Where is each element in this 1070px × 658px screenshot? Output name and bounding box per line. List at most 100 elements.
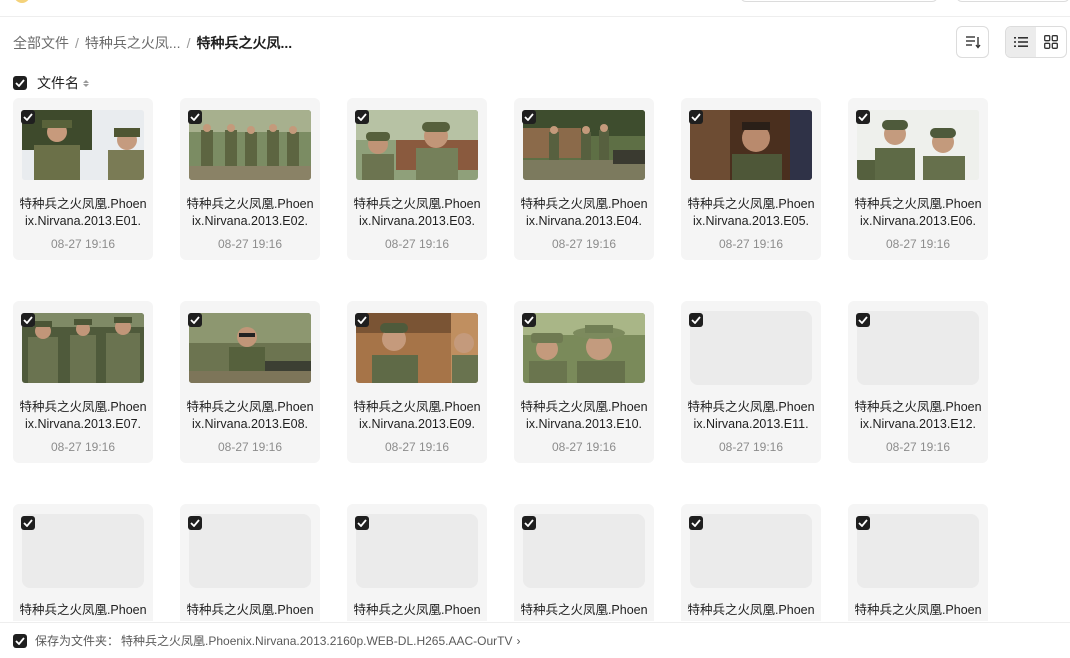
- file-card[interactable]: 特种兵之火凤凰.Phoenix.Nirvana.2013.E04.2... 08-…: [514, 98, 654, 260]
- chevron-right-icon[interactable]: ›: [517, 634, 521, 648]
- file-checkbox[interactable]: [188, 516, 202, 530]
- file-card[interactable]: 特种兵之火凤凰.Phoenix: [848, 504, 988, 621]
- file-card[interactable]: 特种兵之火凤凰.Phoenix.Nirvana.2013.E01.2... 08-…: [13, 98, 153, 260]
- sort-button[interactable]: [956, 26, 989, 58]
- file-card[interactable]: 特种兵之火凤凰.Phoenix.Nirvana.2013.E10.2... 08-…: [514, 301, 654, 463]
- file-checkbox[interactable]: [355, 110, 369, 124]
- file-checkbox[interactable]: [856, 110, 870, 124]
- file-card[interactable]: 特种兵之火凤凰.Phoenix.Nirvana.2013.E06.2... 08-…: [848, 98, 988, 260]
- file-date: 08-27 19:16: [384, 237, 450, 251]
- file-checkbox[interactable]: [856, 313, 870, 327]
- file-checkbox[interactable]: [188, 313, 202, 327]
- file-date: 08-27 19:16: [217, 440, 283, 454]
- file-card[interactable]: 特种兵之火凤凰.Phoenix: [681, 504, 821, 621]
- check-icon: [190, 519, 200, 527]
- thumbnail-placeholder: [22, 514, 144, 588]
- file-card[interactable]: 特种兵之火凤凰.Phoenix: [13, 504, 153, 621]
- list-view-button[interactable]: [1006, 27, 1036, 57]
- file-card[interactable]: 特种兵之火凤凰.Phoenix.Nirvana.2013.E05.2... 08-…: [681, 98, 821, 260]
- filename-column-label[interactable]: 文件名: [37, 73, 79, 93]
- file-checkbox[interactable]: [188, 110, 202, 124]
- file-date: 08-27 19:16: [718, 440, 784, 454]
- check-icon: [524, 316, 534, 324]
- file-name: 特种兵之火凤凰.Phoenix.Nirvana.2013.E11.2...: [687, 400, 815, 431]
- file-name: 特种兵之火凤凰.Phoenix: [687, 603, 815, 621]
- view-toggle: [1005, 26, 1067, 58]
- file-card[interactable]: 特种兵之火凤凰.Phoenix.Nirvana.2013.E07.2... 08-…: [13, 301, 153, 463]
- video-thumbnail: [356, 110, 478, 180]
- check-icon: [691, 519, 701, 527]
- thumbnail-placeholder: [690, 514, 812, 588]
- grid-view-button[interactable]: [1036, 27, 1066, 57]
- file-name: 特种兵之火凤凰.Phoenix.Nirvana.2013.E12.2...: [854, 400, 982, 431]
- check-icon: [858, 113, 868, 121]
- file-checkbox[interactable]: [689, 313, 703, 327]
- file-name: 特种兵之火凤凰.Phoenix: [353, 603, 481, 621]
- file-name: 特种兵之火凤凰.Phoenix.Nirvana.2013.E06.2...: [854, 197, 982, 228]
- file-checkbox[interactable]: [689, 110, 703, 124]
- breadcrumb-parent[interactable]: 特种兵之火凤...: [85, 33, 181, 53]
- file-checkbox[interactable]: [689, 516, 703, 530]
- file-name: 特种兵之火凤凰.Phoenix.Nirvana.2013.E10.2...: [520, 400, 648, 431]
- file-checkbox[interactable]: [856, 516, 870, 530]
- app-logo-icon: [14, 0, 30, 3]
- file-date: 08-27 19:16: [384, 440, 450, 454]
- list-view-icon: [1014, 37, 1028, 47]
- file-checkbox[interactable]: [355, 516, 369, 530]
- thumbnail-placeholder: [857, 311, 979, 385]
- file-card[interactable]: 特种兵之火凤凰.Phoenix.Nirvana.2013.E02.2... 08-…: [180, 98, 320, 260]
- file-date: 08-27 19:16: [50, 440, 116, 454]
- check-icon: [691, 316, 701, 324]
- file-card[interactable]: 特种兵之火凤凰.Phoenix.Nirvana.2013.E03.2... 08-…: [347, 98, 487, 260]
- video-thumbnail: [857, 110, 979, 180]
- save-folder-path[interactable]: 特种兵之火凤凰.Phoenix.Nirvana.2013.2160p.WEB-D…: [121, 632, 512, 649]
- check-icon: [15, 79, 25, 87]
- top-action-button[interactable]: [956, 0, 1070, 2]
- select-all-checkbox[interactable]: [13, 76, 27, 90]
- file-name: 特种兵之火凤凰.Phoenix: [520, 603, 648, 621]
- breadcrumb-root[interactable]: 全部文件: [13, 33, 69, 53]
- file-card[interactable]: 特种兵之火凤凰.Phoenix.Nirvana.2013.E09.2... 08-…: [347, 301, 487, 463]
- save-as-folder-label: 保存为文件夹：: [35, 634, 120, 648]
- file-checkbox[interactable]: [355, 313, 369, 327]
- save-as-folder-checkbox[interactable]: [13, 633, 27, 648]
- video-thumbnail: [189, 110, 311, 180]
- file-date: 08-27 19:16: [885, 237, 951, 251]
- video-thumbnail: [22, 313, 144, 383]
- sort-lines-icon: [965, 36, 981, 49]
- thumbnail-placeholder: [523, 514, 645, 588]
- file-card[interactable]: 特种兵之火凤凰.Phoenix: [514, 504, 654, 621]
- file-card[interactable]: 特种兵之火凤凰.Phoenix.Nirvana.2013.E12.2... 08-…: [848, 301, 988, 463]
- breadcrumb: 全部文件 / 特种兵之火凤... / 特种兵之火凤...: [13, 33, 292, 53]
- file-checkbox[interactable]: [522, 516, 536, 530]
- file-card[interactable]: 特种兵之火凤凰.Phoenix: [180, 504, 320, 621]
- video-thumbnail: [189, 313, 311, 383]
- check-icon: [23, 316, 33, 324]
- column-header: 文件名: [13, 74, 89, 92]
- search-box[interactable]: [740, 0, 938, 2]
- file-checkbox[interactable]: [21, 110, 35, 124]
- check-icon: [524, 519, 534, 527]
- sort-arrows-icon[interactable]: [83, 79, 89, 87]
- check-icon: [858, 316, 868, 324]
- video-thumbnail: [523, 110, 645, 180]
- file-browser: 全部文件 / 特种兵之火凤... / 特种兵之火凤... 文件名 特种兵之火凤凰…: [0, 0, 1070, 658]
- thumbnail-placeholder: [690, 311, 812, 385]
- file-name: 特种兵之火凤凰.Phoenix.Nirvana.2013.E09.2...: [353, 400, 481, 431]
- file-card[interactable]: 特种兵之火凤凰.Phoenix.Nirvana.2013.E08.2... 08-…: [180, 301, 320, 463]
- check-icon: [357, 113, 367, 121]
- grid-view-icon: [1044, 35, 1058, 49]
- breadcrumb-separator: /: [186, 35, 191, 51]
- check-icon: [23, 113, 33, 121]
- file-card[interactable]: 特种兵之火凤凰.Phoenix.Nirvana.2013.E11.2... 08-…: [681, 301, 821, 463]
- file-checkbox[interactable]: [522, 110, 536, 124]
- check-icon: [190, 316, 200, 324]
- file-checkbox[interactable]: [522, 313, 536, 327]
- thumbnail-placeholder: [857, 514, 979, 588]
- file-checkbox[interactable]: [21, 313, 35, 327]
- check-icon: [357, 519, 367, 527]
- file-date: 08-27 19:16: [885, 440, 951, 454]
- file-card[interactable]: 特种兵之火凤凰.Phoenix: [347, 504, 487, 621]
- file-checkbox[interactable]: [21, 516, 35, 530]
- file-name: 特种兵之火凤凰.Phoenix.Nirvana.2013.E04.2...: [520, 197, 648, 228]
